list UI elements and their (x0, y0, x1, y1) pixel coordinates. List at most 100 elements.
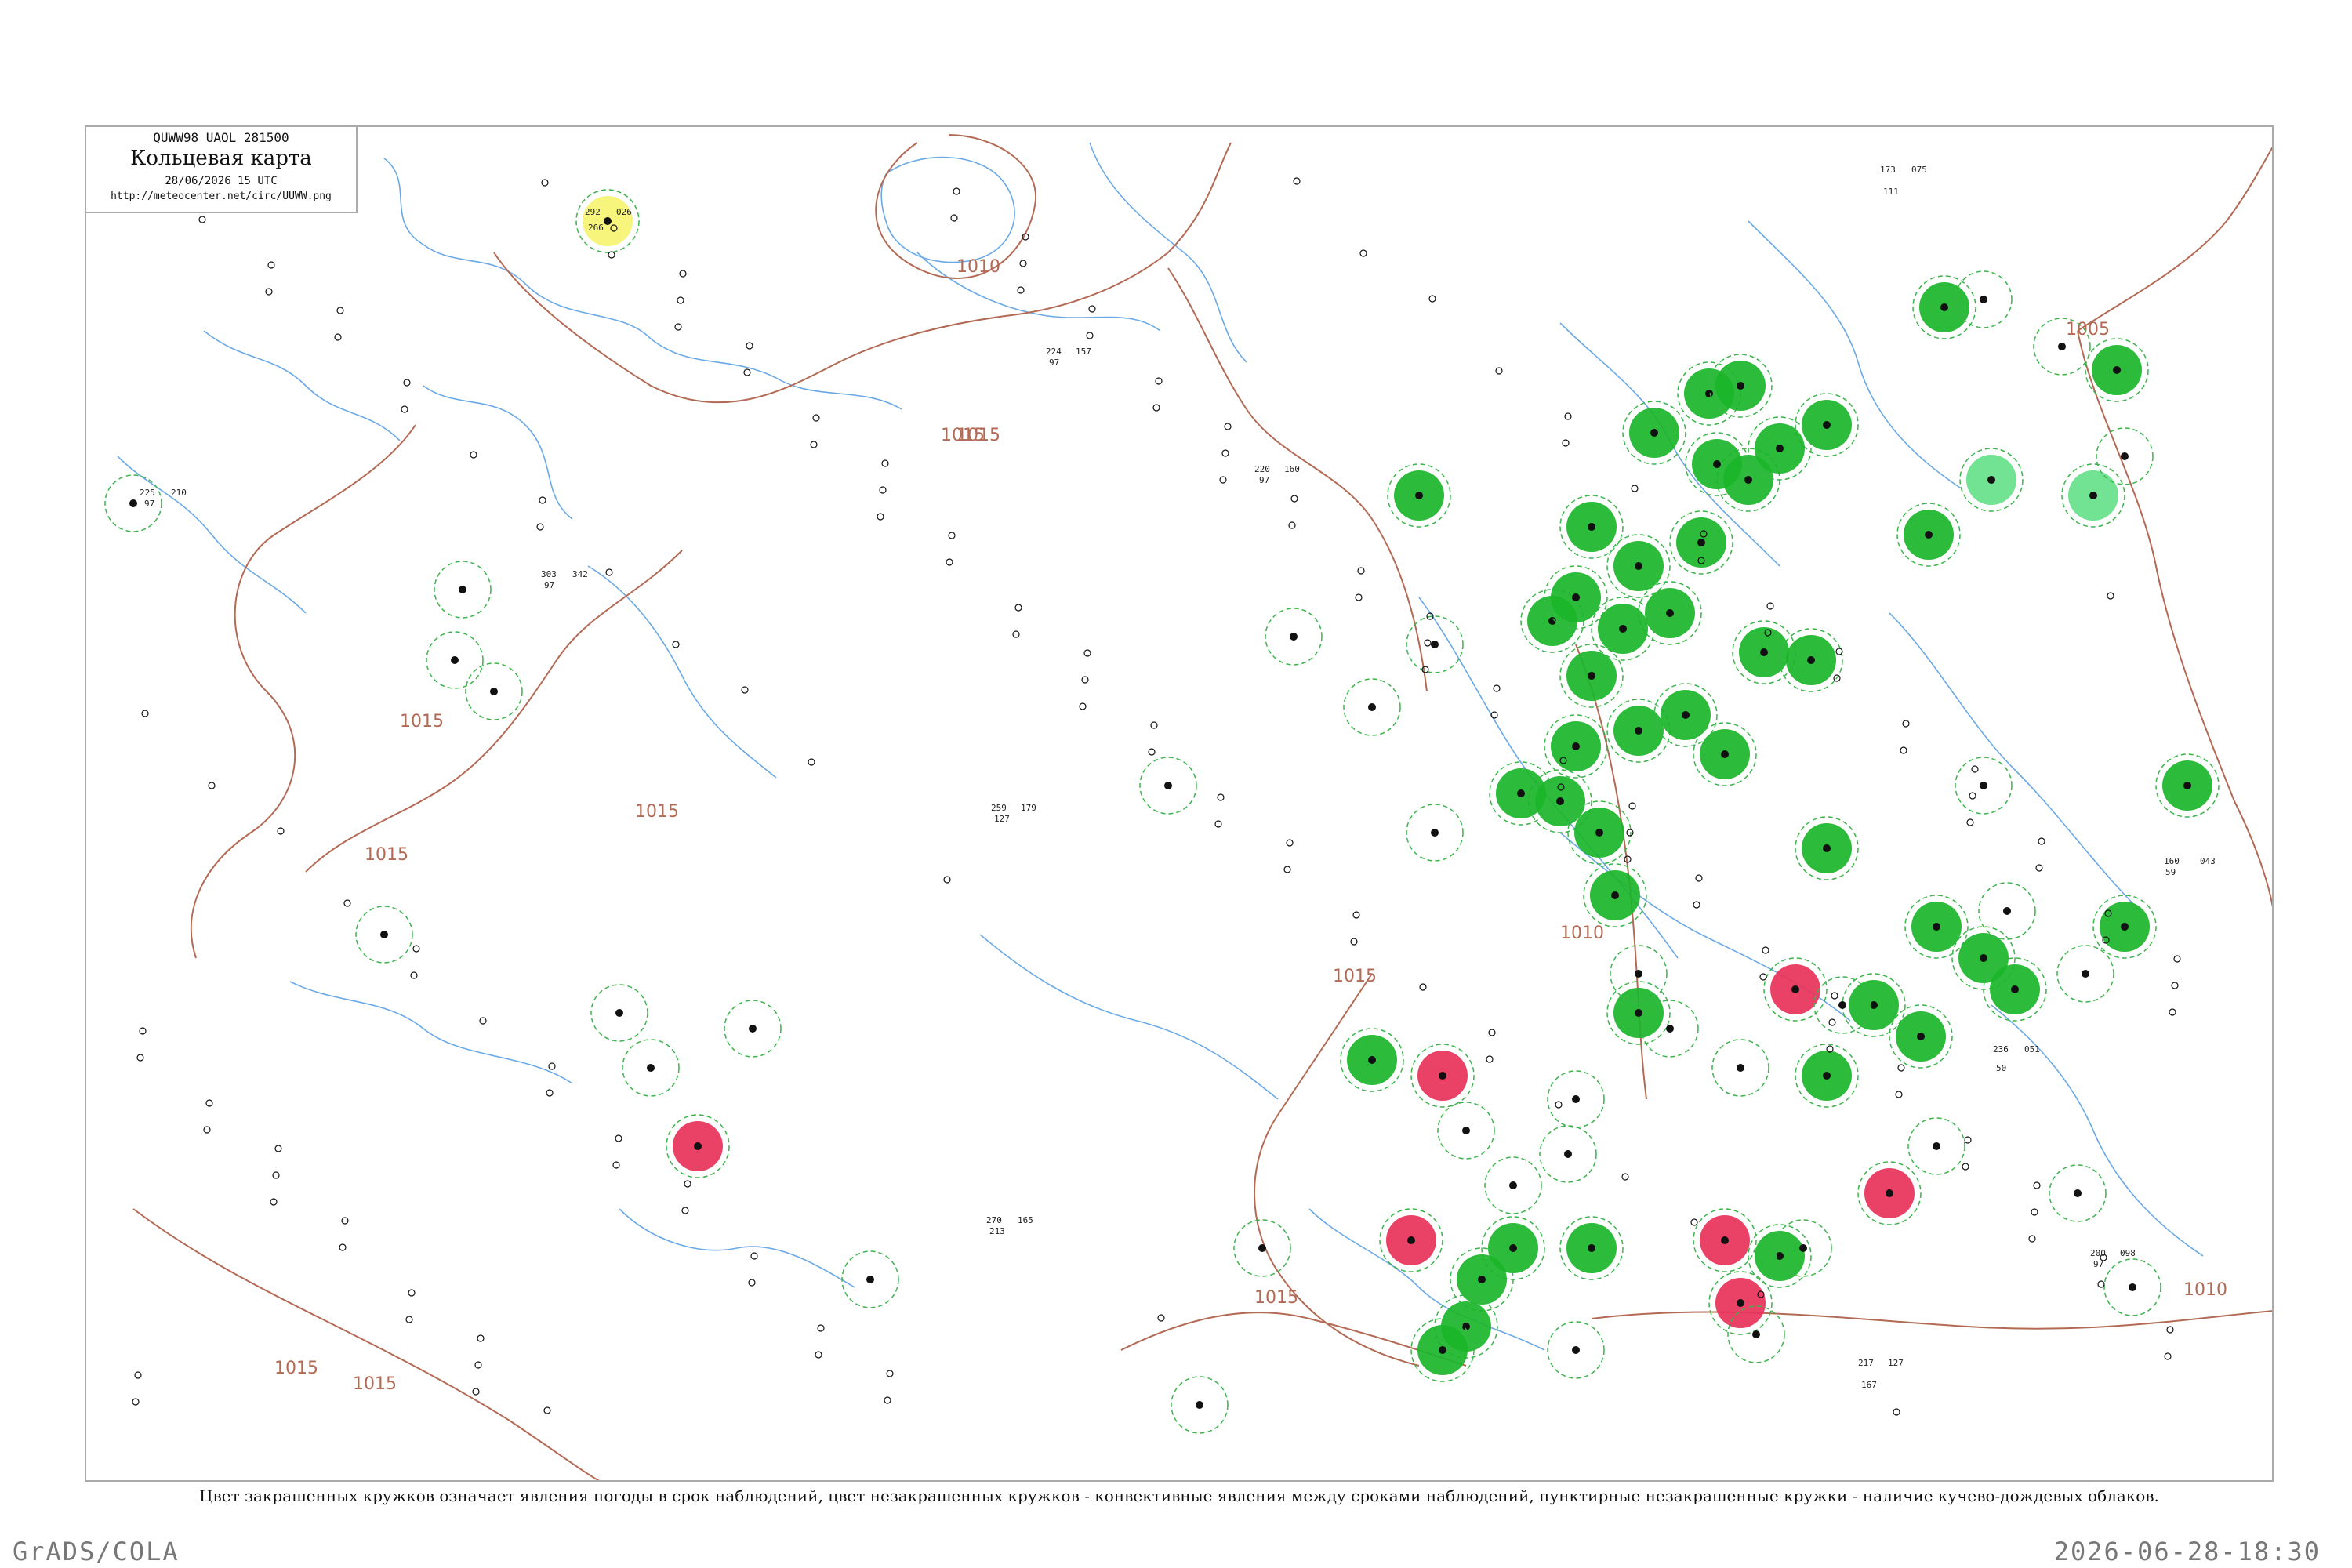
station-marker (1221, 449, 1229, 457)
station-marker (1695, 874, 1703, 882)
station-marker (1415, 492, 1423, 499)
isobar-label: 1015 (365, 845, 408, 865)
station-marker (615, 1009, 623, 1017)
station-value: 051 (2024, 1044, 2040, 1054)
station-marker (1079, 702, 1087, 710)
station-marker (812, 414, 820, 422)
station-marker (1488, 1029, 1496, 1036)
station-marker (336, 307, 344, 314)
station-marker (817, 1324, 825, 1332)
station-value: 127 (994, 814, 1010, 824)
station-marker (647, 1064, 655, 1072)
station-marker (1807, 656, 1815, 664)
map-title-box: QUWW98 UAOL 281500 Кольцевая карта 28/06… (85, 125, 358, 213)
station-marker (1148, 748, 1156, 756)
station-marker (1214, 820, 1222, 828)
station-marker (1572, 1346, 1580, 1354)
station-value: 127 (1888, 1358, 1904, 1368)
station-marker (943, 876, 951, 884)
station-value: 179 (1021, 803, 1036, 813)
map-date: 28/06/2026 15 UTC (165, 175, 278, 187)
station-marker (1737, 1299, 1744, 1307)
station-marker (401, 405, 408, 413)
station-marker (1635, 970, 1642, 978)
station-marker (1666, 1025, 1674, 1033)
station-marker (1083, 649, 1091, 657)
station-value: 97 (144, 499, 154, 509)
station-marker (2107, 592, 2114, 600)
station-marker (1759, 973, 1767, 981)
station-marker (1776, 1252, 1784, 1260)
station-marker (136, 1054, 144, 1062)
station-value: 236 (1993, 1044, 2009, 1054)
station-marker (134, 1371, 142, 1379)
station-marker (1635, 1009, 1642, 1017)
station-marker (2183, 782, 2191, 789)
station-marker (2171, 982, 2179, 989)
station-marker (1713, 460, 1721, 468)
station-marker (746, 342, 753, 350)
station-marker (1697, 539, 1705, 546)
station-marker (1152, 404, 1160, 412)
station-marker (1424, 639, 1432, 647)
station-marker (1635, 727, 1642, 735)
station-marker (877, 513, 884, 521)
station-marker (1350, 938, 1358, 946)
station-marker (679, 270, 687, 278)
station-marker (1917, 1033, 1925, 1040)
station-value: 303 (541, 569, 557, 579)
station-marker (881, 459, 889, 467)
station-marker (1897, 1064, 1905, 1072)
station-value: 225 (140, 488, 155, 498)
station-value: 292 (585, 207, 601, 217)
station-marker (403, 379, 411, 387)
station-marker (1933, 1142, 1940, 1150)
station-marker (950, 214, 958, 222)
station-marker (1562, 439, 1570, 447)
station-marker (1831, 992, 1838, 1000)
station-marker (1595, 829, 1603, 837)
station-marker (1611, 891, 1619, 899)
station-marker (548, 1062, 556, 1070)
isobar-label: 1015 (274, 1359, 318, 1378)
station-marker (750, 1252, 758, 1260)
station-marker (2035, 864, 2043, 872)
station-marker (2011, 985, 2019, 993)
station-marker (1352, 911, 1360, 919)
station-marker (1572, 593, 1580, 601)
station-marker (2089, 492, 2097, 499)
station-marker (1572, 742, 1580, 750)
station-marker (953, 187, 960, 195)
station-marker (2038, 837, 2045, 845)
station-marker (1478, 1276, 1486, 1283)
station-marker (1359, 249, 1367, 257)
station-marker (1838, 1001, 1846, 1009)
station-marker (2082, 970, 2089, 978)
isobar-label: 1015 (353, 1374, 397, 1394)
station-value: 157 (1076, 347, 1091, 357)
station-marker (1835, 648, 1843, 655)
station-marker (1407, 1236, 1415, 1244)
station-marker (265, 288, 273, 296)
station-marker (1650, 429, 1658, 437)
station-plot: 259 179 127 (991, 803, 1036, 824)
station-marker (1588, 672, 1595, 680)
station-marker (1823, 421, 1831, 429)
station-marker (1799, 1244, 1807, 1252)
station-marker (948, 532, 956, 539)
station-marker (470, 451, 477, 459)
station-marker (1014, 604, 1022, 612)
station-value: 259 (991, 803, 1007, 813)
station-marker (1509, 1181, 1517, 1189)
station-marker (277, 827, 285, 835)
station-marker (1290, 495, 1298, 503)
station-marker (339, 1243, 347, 1251)
station-marker (1969, 792, 1976, 800)
station-marker (1196, 1401, 1203, 1409)
map-title: Кольцевая карта (130, 147, 312, 170)
station-marker (1288, 521, 1296, 529)
isobar-label: 1010 (2183, 1280, 2227, 1300)
station-marker (1690, 1218, 1698, 1226)
footer-timestamp: 2026-06-28-18:30 (2053, 1537, 2321, 1566)
station-marker (2129, 1283, 2136, 1291)
